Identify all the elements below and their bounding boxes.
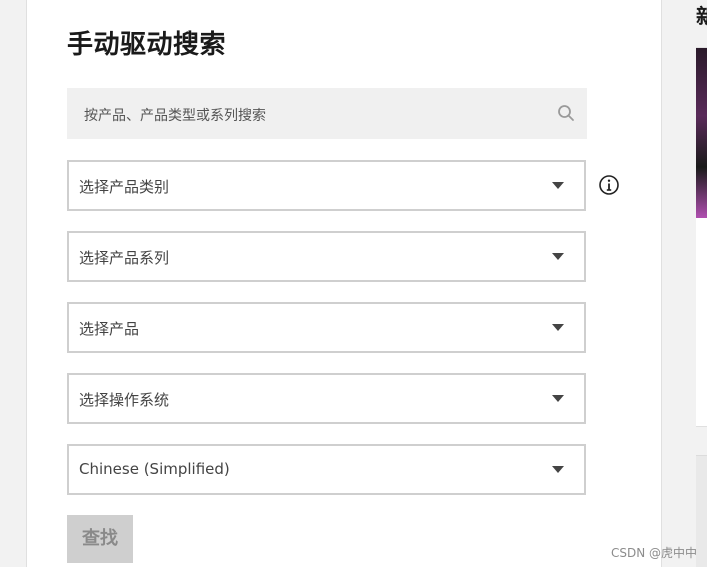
- language-select[interactable]: Chinese (Simplified): [67, 444, 586, 495]
- right-panel-secondary: [696, 455, 707, 567]
- info-icon[interactable]: [598, 174, 620, 196]
- find-button[interactable]: 查找: [67, 515, 133, 563]
- search-input[interactable]: 按产品、产品类型或系列搜索: [67, 88, 587, 139]
- product-series-select[interactable]: 选择产品系列: [67, 231, 586, 282]
- chevron-down-icon: [552, 395, 564, 402]
- chevron-down-icon: [552, 324, 564, 331]
- product-select[interactable]: 选择产品: [67, 302, 586, 353]
- operating-system-select[interactable]: 选择操作系统: [67, 373, 586, 424]
- operating-system-label: 选择操作系统: [79, 391, 170, 409]
- news-thumbnail[interactable]: [696, 48, 707, 218]
- product-category-label: 选择产品类别: [79, 178, 170, 196]
- product-category-select[interactable]: 选择产品类别: [67, 160, 586, 211]
- right-news-card[interactable]: [696, 47, 707, 427]
- manual-driver-search-card: 手动驱动搜索 按产品、产品类型或系列搜索 选择产品类别 选择产品系列 选择产品 …: [26, 0, 662, 567]
- product-label: 选择产品: [79, 320, 140, 338]
- chevron-down-icon: [552, 466, 564, 473]
- product-series-label: 选择产品系列: [79, 249, 170, 267]
- chevron-down-icon: [552, 182, 564, 189]
- search-icon[interactable]: [557, 104, 575, 122]
- language-label: Chinese (Simplified): [79, 460, 230, 478]
- search-placeholder: 按产品、产品类型或系列搜索: [84, 108, 266, 124]
- chevron-down-icon: [552, 253, 564, 260]
- right-column-heading: 新: [696, 4, 707, 28]
- page-title: 手动驱动搜索: [67, 30, 227, 60]
- watermark-text: CSDN @虎中中: [610, 546, 697, 560]
